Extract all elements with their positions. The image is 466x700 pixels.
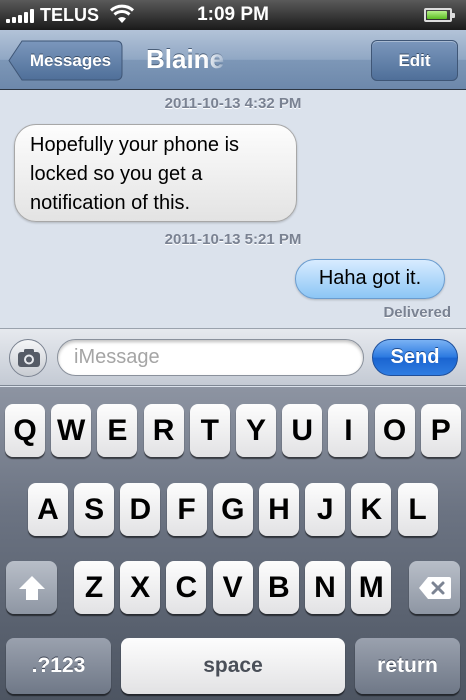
- status-bar: TELUS 1:09 PM: [0, 0, 466, 30]
- key-t[interactable]: T: [189, 404, 230, 457]
- key-r[interactable]: R: [143, 404, 184, 457]
- conversation-view[interactable]: 2011-10-13 4:32 PM Hopefully your phone …: [0, 91, 466, 328]
- incoming-message-bubble[interactable]: Hopefully your phone is locked so you ge…: [14, 124, 297, 222]
- key-q[interactable]: Q: [5, 404, 45, 457]
- back-button-label: Messages: [29, 51, 112, 70]
- message-text-line: Hopefully your phone is: [30, 134, 240, 156]
- message-text-line: notification of this.: [30, 192, 191, 214]
- back-to-messages-button[interactable]: Messages: [8, 40, 123, 81]
- compose-bar: Send: [0, 328, 466, 386]
- shift-key[interactable]: [6, 561, 57, 614]
- outgoing-message-bubble[interactable]: Haha got it.: [295, 259, 445, 299]
- message-text-line: Haha got it.: [318, 267, 422, 289]
- key-p[interactable]: P: [420, 404, 461, 457]
- space-key[interactable]: space: [121, 638, 345, 694]
- key-i[interactable]: I: [328, 404, 369, 457]
- return-key[interactable]: return: [355, 638, 460, 694]
- message-timestamp: 2011-10-13 4:32 PM: [164, 95, 302, 112]
- key-n[interactable]: N: [305, 561, 345, 614]
- edit-button[interactable]: Edit: [371, 40, 458, 81]
- key-a[interactable]: A: [28, 483, 68, 536]
- key-z[interactable]: Z: [74, 561, 114, 614]
- key-g[interactable]: G: [212, 483, 253, 536]
- key-u[interactable]: U: [282, 404, 323, 457]
- message-text-line: locked so you get a: [30, 163, 203, 185]
- message-input[interactable]: [57, 339, 364, 376]
- key-j[interactable]: J: [305, 483, 346, 536]
- battery-icon: [424, 8, 455, 22]
- key-e[interactable]: E: [97, 404, 138, 457]
- key-w[interactable]: W: [51, 404, 92, 457]
- key-y[interactable]: Y: [236, 404, 276, 457]
- key-x[interactable]: X: [120, 561, 161, 614]
- key-s[interactable]: S: [74, 483, 115, 536]
- message-timestamp: 2011-10-13 5:21 PM: [164, 231, 302, 248]
- backspace-icon: [418, 577, 451, 599]
- key-k[interactable]: K: [351, 483, 392, 536]
- navigation-bar: Messages Blaine Edit: [0, 30, 466, 90]
- camera-icon: [18, 349, 40, 367]
- page-title: Blaine: [146, 44, 225, 74]
- key-h[interactable]: H: [259, 483, 299, 536]
- key-f[interactable]: F: [166, 483, 207, 536]
- key-l[interactable]: L: [397, 483, 438, 536]
- key-m[interactable]: M: [351, 561, 392, 614]
- key-v[interactable]: V: [212, 561, 253, 614]
- status-time: 1:09 PM: [197, 4, 269, 25]
- backspace-key[interactable]: [409, 561, 460, 614]
- delivery-status: Delivered: [383, 304, 451, 321]
- key-c[interactable]: C: [166, 561, 207, 614]
- key-o[interactable]: O: [374, 404, 415, 457]
- send-button[interactable]: Send: [372, 339, 458, 376]
- key-d[interactable]: D: [120, 483, 161, 536]
- shift-icon: [18, 576, 45, 600]
- numbers-key[interactable]: .?123: [6, 638, 111, 694]
- keyboard: .?123 space return QWERTYUIOP ASDFGHJKL ZX…: [0, 387, 466, 700]
- camera-button[interactable]: [9, 339, 47, 377]
- key-b[interactable]: B: [258, 561, 299, 614]
